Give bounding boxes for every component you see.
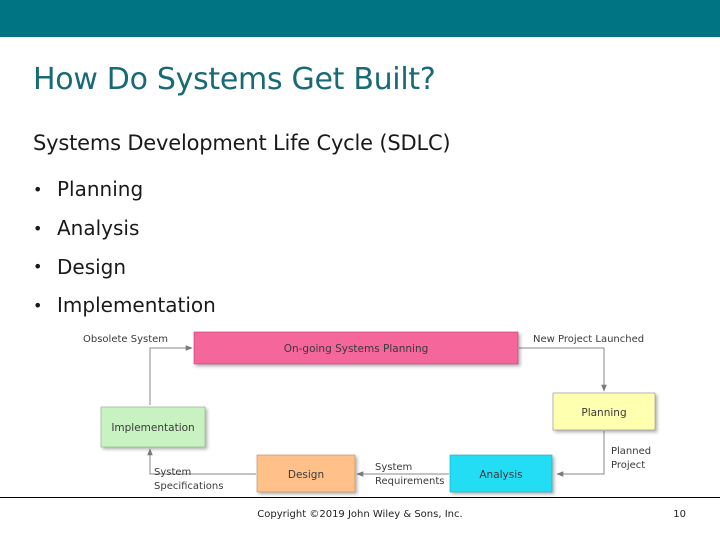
bullet-text: Analysis — [57, 216, 140, 241]
bullet-list: • Planning • Analysis • Design • Implementat… — [33, 170, 216, 325]
page-number: 10 — [673, 509, 686, 520]
new-project-label: New Project Launched — [533, 334, 644, 345]
system-requirements-label-2: Requirements — [375, 476, 445, 487]
ongoing-planning-label: On-going Systems Planning — [284, 343, 429, 355]
arrow-ongoing-to-planning — [519, 347, 607, 392]
sdlc-diagram: On-going Systems Planning Planning Analy… — [83, 331, 656, 493]
planned-project-label-2: Project — [611, 460, 645, 471]
system-requirements-label-1: System — [375, 462, 412, 473]
bullet-item: • Planning — [33, 170, 216, 209]
planning-label: Planning — [581, 407, 626, 419]
bullet-dot: • — [33, 179, 43, 199]
footer-divider — [0, 497, 720, 498]
copyright-text: Copyright ©2019 John Wiley & Sons, Inc. — [257, 509, 463, 520]
slide-title: How Do Systems Get Built? — [33, 62, 436, 97]
analysis-label: Analysis — [479, 469, 522, 481]
bullet-dot: • — [33, 218, 43, 238]
obsolete-system-label: Obsolete System — [83, 334, 168, 345]
design-label: Design — [288, 469, 324, 481]
planned-project-label-1: Planned — [611, 446, 651, 457]
bullet-text: Planning — [57, 177, 144, 202]
implementation-label: Implementation — [111, 422, 194, 434]
bullet-item: • Implementation — [33, 286, 216, 325]
bullet-text: Implementation — [57, 293, 216, 318]
header-bar — [0, 0, 720, 37]
arrow-planning-to-analysis — [556, 431, 605, 477]
system-specifications-label-2: Specifications — [154, 481, 223, 492]
slide-subtitle: Systems Development Life Cycle (SDLC) — [33, 131, 451, 155]
system-specifications-label-1: System — [154, 467, 191, 478]
bullet-dot: • — [33, 295, 43, 315]
bullet-item: • Analysis — [33, 209, 216, 248]
bullet-item: • Design — [33, 247, 216, 286]
bullet-dot: • — [33, 257, 43, 277]
arrow-obsolete-to-ongoing — [149, 345, 193, 405]
bullet-text: Design — [57, 254, 127, 279]
